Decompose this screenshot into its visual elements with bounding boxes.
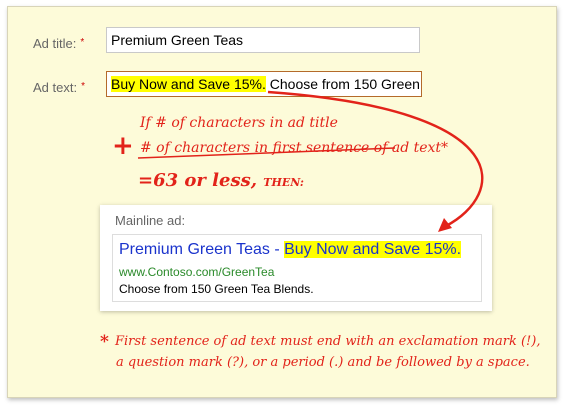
ad-preview-box: Premium Green Teas - Buy Now and Save 15… — [112, 234, 482, 302]
annotation-line-1: If # of characters in ad title — [140, 115, 338, 131]
mainline-ad-label: Mainline ad: — [115, 213, 186, 228]
ad-text-first-sentence: Buy Now and Save 15%. — [111, 76, 266, 92]
ad-title-label-text: Ad title: — [33, 36, 77, 51]
annotation-total: =63 or less, — [138, 170, 257, 191]
required-mark: * — [80, 37, 85, 48]
required-mark: * — [81, 81, 85, 92]
ad-headline[interactable]: Premium Green Teas - Buy Now and Save 15… — [119, 241, 462, 259]
annotation-then: THEN: — [263, 176, 304, 189]
ad-headline-separator: - — [269, 241, 285, 258]
ad-display-url[interactable]: www.Contoso.com/GreenTea — [119, 265, 274, 279]
ad-description: Choose from 150 Green Tea Blends. — [119, 282, 314, 296]
footnote-line-1: First sentence of ad text must end with … — [115, 334, 541, 349]
ad-title-value: Premium Green Teas — [111, 32, 244, 48]
ad-headline-highlight: Buy Now and Save 15%. — [284, 241, 462, 258]
ad-title-label: Ad title: * — [33, 36, 84, 51]
annotation-line-2: # of characters in first sentence of ad … — [140, 140, 449, 156]
ad-title-input[interactable]: Premium Green Teas — [106, 27, 420, 53]
ad-text-input[interactable]: Buy Now and Save 15%. Choose from 150 Gr… — [106, 71, 422, 97]
ad-text-label: Ad text: * — [33, 80, 85, 95]
ad-text-label-text: Ad text: — [33, 80, 78, 95]
footnote-line-2: a question mark (?), or a period (.) and… — [116, 355, 530, 370]
plus-sign: + — [112, 131, 134, 161]
mainline-ad-preview: Mainline ad: Premium Green Teas - Buy No… — [100, 205, 492, 311]
ad-text-rest: Choose from 150 Green — [265, 76, 420, 92]
ad-headline-title: Premium Green Teas — [119, 241, 270, 258]
footnote-star: * — [100, 332, 109, 352]
annotation-line-3: =63 or less, THEN: — [138, 170, 304, 191]
